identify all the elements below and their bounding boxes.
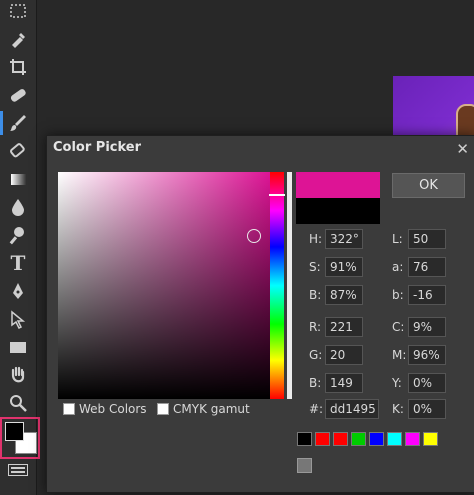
magenta-input[interactable]: 96% bbox=[408, 345, 446, 365]
healing-icon[interactable] bbox=[4, 83, 32, 107]
yellow-label: Y: bbox=[392, 376, 402, 390]
swatch-5[interactable] bbox=[387, 432, 402, 446]
swatch-6[interactable] bbox=[405, 432, 420, 446]
new-color-preview bbox=[296, 172, 380, 198]
lab-a-input[interactable]: 76 bbox=[408, 257, 446, 277]
keyboard-icon[interactable] bbox=[8, 461, 28, 480]
web-colors-label: Web Colors bbox=[79, 402, 147, 416]
blur-drop-icon[interactable] bbox=[4, 195, 32, 219]
hue-slider-handle[interactable] bbox=[269, 194, 285, 196]
brush-picker-icon[interactable] bbox=[4, 27, 32, 51]
current-color-preview[interactable] bbox=[296, 198, 380, 224]
brush-icon[interactable] bbox=[0, 111, 32, 135]
color-picker-dialog: Color Picker ✕ OK H: 322° S: 91% B: 87% … bbox=[46, 135, 474, 493]
yellow-input[interactable]: 0% bbox=[408, 373, 446, 393]
lab-a-label: a: bbox=[392, 260, 404, 274]
web-colors-checkbox[interactable] bbox=[63, 403, 75, 415]
cyan-label: C: bbox=[392, 320, 405, 334]
swatch-7[interactable] bbox=[423, 432, 438, 446]
marquee-icon[interactable] bbox=[4, 0, 32, 24]
cmyk-gamut-label: CMYK gamut bbox=[173, 402, 250, 416]
lab-l-label: L: bbox=[392, 232, 403, 246]
alpha-slider[interactable] bbox=[287, 172, 292, 399]
cmyk-gamut-checkbox[interactable] bbox=[157, 403, 169, 415]
cyan-input[interactable]: 9% bbox=[408, 317, 446, 337]
hand-icon[interactable] bbox=[4, 363, 32, 387]
saturation-label: S: bbox=[309, 260, 321, 274]
hex-input[interactable]: dd1495 bbox=[325, 399, 379, 419]
swatch-2[interactable] bbox=[333, 432, 348, 446]
ok-button[interactable]: OK bbox=[392, 173, 465, 198]
blue-input[interactable]: 149 bbox=[325, 373, 363, 393]
tools-panel: T bbox=[0, 0, 40, 495]
eraser-icon[interactable] bbox=[4, 139, 32, 163]
dodge-icon[interactable] bbox=[4, 223, 32, 247]
swatch-palette bbox=[297, 432, 441, 446]
path-select-icon[interactable] bbox=[4, 307, 32, 331]
swatch-1[interactable] bbox=[315, 432, 330, 446]
swatch-gray[interactable] bbox=[297, 458, 312, 473]
foreground-color-swatch[interactable] bbox=[5, 422, 24, 441]
hue-slider[interactable] bbox=[269, 172, 285, 399]
gradient-icon[interactable] bbox=[4, 167, 32, 191]
hue-label: H: bbox=[309, 232, 323, 246]
blue-label: B: bbox=[309, 376, 322, 390]
saturation-input[interactable]: 91% bbox=[325, 257, 363, 277]
green-label: G: bbox=[309, 348, 323, 362]
lab-b-input[interactable]: -16 bbox=[408, 285, 446, 305]
cmyk-gamut-option[interactable]: CMYK gamut bbox=[157, 402, 250, 416]
crop-icon[interactable] bbox=[4, 55, 32, 79]
green-input[interactable]: 20 bbox=[325, 345, 363, 365]
swatch-0[interactable] bbox=[297, 432, 312, 446]
canvas-image bbox=[393, 76, 474, 142]
red-input[interactable]: 221 bbox=[325, 317, 363, 337]
hex-label: #: bbox=[309, 402, 324, 416]
web-colors-option[interactable]: Web Colors bbox=[63, 402, 147, 416]
black-input[interactable]: 0% bbox=[408, 399, 446, 419]
zoom-icon[interactable] bbox=[4, 391, 32, 415]
lab-l-input[interactable]: 50 bbox=[408, 229, 446, 249]
swatch-3[interactable] bbox=[351, 432, 366, 446]
pen-icon[interactable] bbox=[4, 279, 32, 303]
color-swatches bbox=[0, 417, 40, 459]
close-icon[interactable]: ✕ bbox=[456, 140, 469, 158]
rectangle-icon[interactable] bbox=[4, 335, 32, 359]
magenta-label: M: bbox=[392, 348, 407, 362]
black-label: K: bbox=[392, 402, 404, 416]
color-cursor[interactable] bbox=[247, 229, 261, 243]
lab-b-label: b: bbox=[392, 288, 404, 302]
brightness-label: B: bbox=[309, 288, 322, 302]
swatch-4[interactable] bbox=[369, 432, 384, 446]
brightness-input[interactable]: 87% bbox=[325, 285, 363, 305]
red-label: R: bbox=[309, 320, 322, 334]
text-icon[interactable]: T bbox=[4, 251, 32, 275]
saturation-brightness-field[interactable] bbox=[58, 172, 270, 399]
dialog-title: Color Picker bbox=[53, 140, 142, 155]
hue-input[interactable]: 322° bbox=[325, 229, 363, 249]
